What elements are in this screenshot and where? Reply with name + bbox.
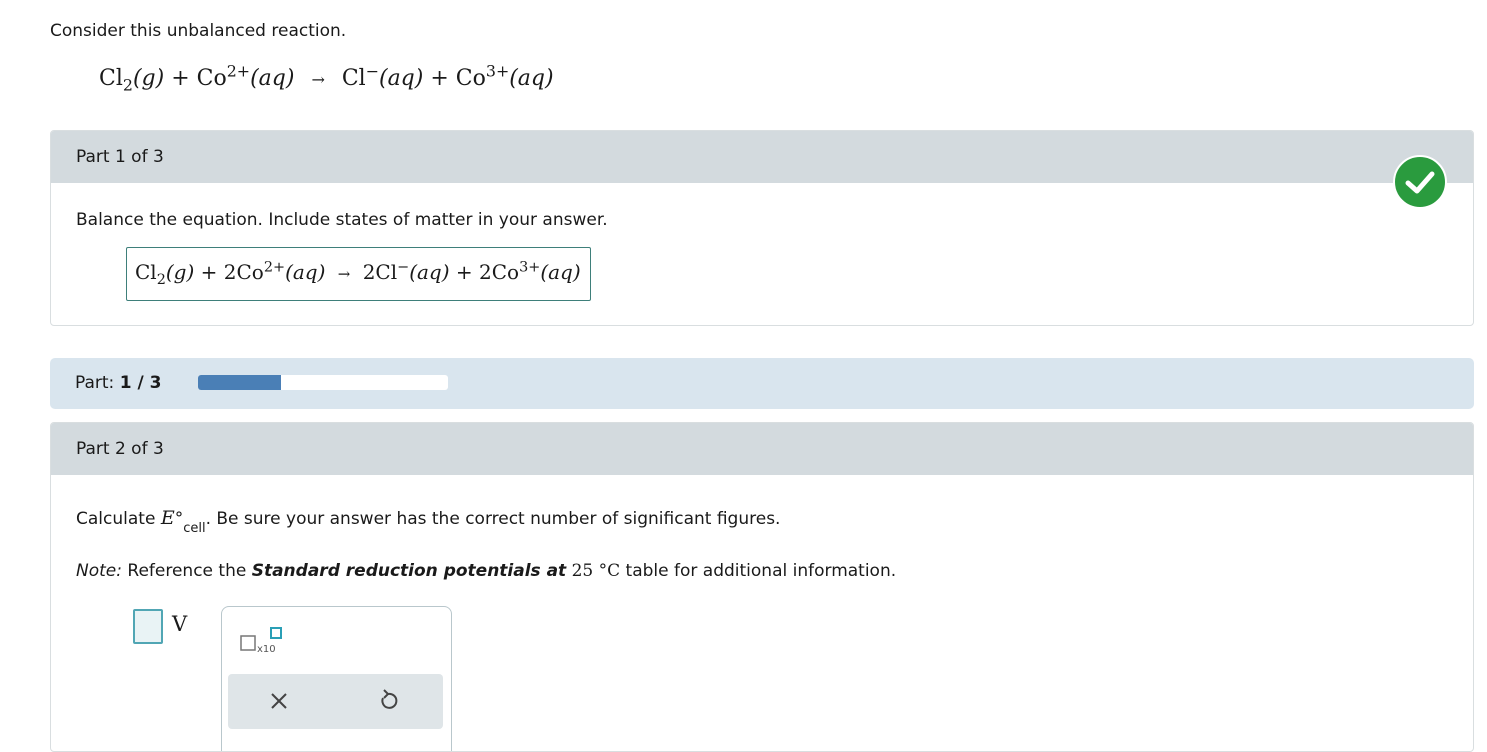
unit-label: V [172,612,188,636]
reactant-cl2: Cl2(g) [99,66,165,95]
progress-bar [198,375,448,390]
balanced-equation-answer[interactable]: Cl2(g) + 2Co2+(aq) → 2Cl−(aq) + 2Co3+(aq… [126,247,591,301]
progress-label: Part: 1 / 3 [75,373,162,393]
reset-icon[interactable] [373,686,403,716]
plus-sign: + [430,66,449,91]
arrow-icon: → [311,70,325,89]
product-cl: Cl−(aq) [341,61,424,91]
plus-sign: + [171,66,190,91]
product-co: Co3+(aq) [455,61,554,91]
part1-panel: Part 1 of 3 Balance the equation. Includ… [50,130,1474,326]
part1-instruction: Balance the equation. Include states of … [76,210,608,230]
part2-instruction: Calculate E°cell. Be sure your answer ha… [76,507,781,536]
unbalanced-reaction: Cl2(g) + Co2+(aq) → Cl−(aq) + Co3+(aq) [99,61,554,95]
math-palette: x10 [221,606,452,751]
scientific-notation-button[interactable]: x10 [240,627,290,657]
intro-text: Consider this unbalanced reaction. [50,21,347,41]
ecell-answer-input[interactable] [133,609,163,644]
progress-fill [198,375,282,390]
sci-notation-label: x10 [257,644,276,655]
checkmark-icon [1393,155,1447,209]
arrow-icon: → [337,265,351,283]
part2-header: Part 2 of 3 [51,423,1473,475]
reactant-co: Co2+(aq) [196,61,295,91]
clear-icon[interactable] [264,686,294,716]
part2-panel: Part 2 of 3 Calculate E°cell. Be sure yo… [50,422,1474,752]
standard-potentials-link[interactable]: Standard reduction potentials at [252,561,566,581]
progress-panel: Part: 1 / 3 [50,358,1474,409]
note-text: Note: Reference the Standard reduction p… [76,561,897,581]
palette-action-bar [228,674,443,729]
part1-header: Part 1 of 3 [51,131,1473,183]
